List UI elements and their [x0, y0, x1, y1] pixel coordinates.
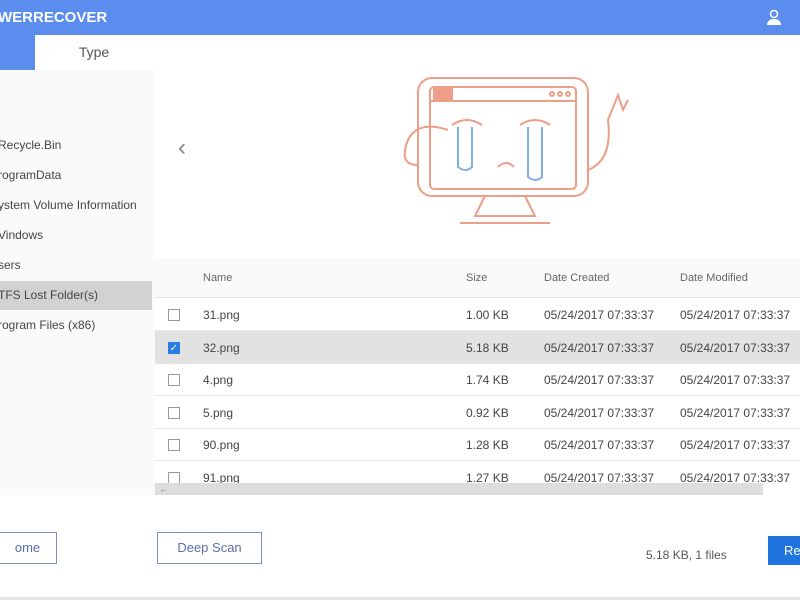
date-modified: 05/24/2017 07:33:37 — [680, 470, 791, 484]
file-name: 32.png — [203, 340, 240, 355]
date-modified: 05/24/2017 07:33:37 — [680, 405, 791, 420]
file-name: 90.png — [203, 438, 240, 452]
tab-path[interactable] — [0, 35, 35, 70]
row-checkbox[interactable] — [168, 309, 180, 321]
date-modified: 05/24/2017 07:33:37 — [680, 340, 791, 355]
back-chevron-icon[interactable]: ‹ — [178, 134, 186, 162]
column-size[interactable]: Size — [466, 272, 487, 284]
file-table-header: Name Size Date Created Date Modified — [155, 258, 800, 298]
file-row[interactable]: 5.png 0.92 KB 05/24/2017 07:33:37 05/24/… — [155, 396, 800, 429]
column-date-modified[interactable]: Date Modified — [680, 272, 748, 284]
folder-tree: Recycle.Bin rogramData ystem Volume Info… — [0, 70, 155, 495]
user-icon[interactable] — [766, 9, 782, 25]
folder-item[interactable]: rogramData — [0, 161, 152, 190]
row-checkbox[interactable] — [168, 374, 180, 386]
file-name: 31.png — [203, 308, 240, 322]
file-row[interactable]: ✓ 32.png 5.18 KB 05/24/2017 07:33:37 05/… — [155, 330, 800, 364]
selection-status: 5.18 KB, 1 files — [646, 548, 727, 562]
file-row[interactable]: 91.png 1.27 KB 05/24/2017 07:33:37 05/24… — [155, 461, 800, 484]
recover-button[interactable]: Re — [768, 536, 800, 565]
file-size: 1.00 KB — [466, 308, 509, 322]
date-modified: 05/24/2017 07:33:37 — [680, 308, 791, 322]
row-checkbox[interactable]: ✓ — [168, 341, 180, 354]
deep-scan-button[interactable]: Deep Scan — [157, 532, 262, 564]
folder-item-selected[interactable]: TFS Lost Folder(s) — [0, 281, 152, 310]
date-created: 05/24/2017 07:33:37 — [544, 470, 655, 484]
folder-item[interactable]: Vindows — [0, 221, 152, 250]
row-checkbox[interactable] — [168, 406, 180, 419]
date-created: 05/24/2017 07:33:37 — [544, 405, 655, 420]
date-created: 05/24/2017 07:33:37 — [544, 438, 655, 452]
file-name: 4.png — [203, 373, 234, 387]
date-created: 05/24/2017 07:33:37 — [544, 373, 655, 387]
file-row[interactable]: 31.png 1.00 KB 05/24/2017 07:33:37 05/24… — [155, 298, 800, 331]
file-table: 31.png 1.00 KB 05/24/2017 07:33:37 05/24… — [155, 298, 800, 483]
tab-type[interactable]: Type — [60, 35, 128, 70]
row-checkbox[interactable] — [168, 439, 180, 451]
file-name: 5.png — [203, 405, 234, 420]
folder-item[interactable]: ystem Volume Information — [0, 191, 152, 220]
file-name: 91.png — [203, 470, 240, 484]
file-row[interactable]: 90.png 1.28 KB 05/24/2017 07:33:37 05/24… — [155, 428, 800, 461]
no-preview-illustration — [403, 77, 629, 224]
column-date-created[interactable]: Date Created — [544, 272, 609, 284]
date-modified: 05/24/2017 07:33:37 — [680, 373, 791, 387]
date-created: 05/24/2017 07:33:37 — [544, 308, 655, 322]
home-button[interactable]: ome — [0, 532, 57, 564]
file-size: 0.92 KB — [466, 405, 509, 420]
row-checkbox[interactable] — [168, 471, 180, 483]
title-bar: WERRECOVER — [0, 0, 800, 35]
folder-item[interactable]: sers — [0, 251, 152, 280]
file-size: 5.18 KB — [466, 340, 509, 355]
app-title: WERRECOVER — [0, 9, 108, 26]
date-created: 05/24/2017 07:33:37 — [544, 340, 655, 355]
date-modified: 05/24/2017 07:33:37 — [680, 438, 791, 452]
file-size: 1.28 KB — [466, 438, 509, 452]
folder-item[interactable]: rogram Files (x86) — [0, 311, 152, 340]
file-size: 1.27 KB — [466, 470, 509, 484]
file-row[interactable]: 4.png 1.74 KB 05/24/2017 07:33:37 05/24/… — [155, 363, 800, 396]
folder-item[interactable]: Recycle.Bin — [0, 131, 152, 160]
file-size: 1.74 KB — [466, 373, 509, 387]
column-name[interactable]: Name — [203, 272, 232, 284]
horizontal-scrollbar[interactable]: ← — [155, 483, 763, 495]
